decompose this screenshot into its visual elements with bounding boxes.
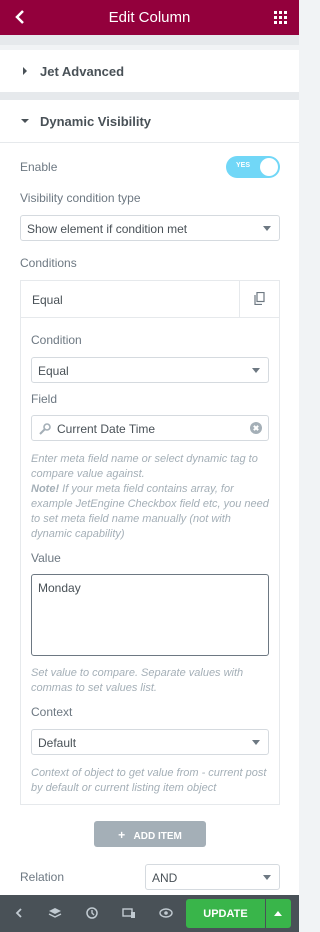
plus-icon: + <box>118 828 126 842</box>
section-dynamic-visibility[interactable]: Dynamic Visibility <box>0 100 299 143</box>
conditions-repeater: Equal Condition Equal Field Current Date… <box>20 280 280 805</box>
select-value: Show element if condition met <box>27 222 188 236</box>
wrench-icon <box>39 423 51 435</box>
update-options-button[interactable] <box>266 899 291 928</box>
condition-select[interactable]: Equal <box>31 357 269 383</box>
section-label: Jet Advanced <box>40 64 125 79</box>
field-label: Field <box>31 392 58 406</box>
enable-toggle[interactable]: YES <box>226 156 280 178</box>
relation-label: Relation <box>20 870 65 884</box>
context-description: Context of object to get value from - cu… <box>31 767 267 794</box>
select-value: Equal <box>38 364 69 378</box>
repeater-item-title: Equal <box>32 293 63 307</box>
responsive-icon[interactable] <box>122 906 136 920</box>
duplicate-button[interactable] <box>239 281 279 317</box>
chevron-down-icon <box>263 226 271 231</box>
panel-title: Edit Column <box>108 9 191 26</box>
section-label: Dynamic Visibility <box>40 114 152 129</box>
caret-right-icon <box>23 67 27 75</box>
field-value: Current Date Time <box>57 422 156 436</box>
context-label: Context <box>31 705 73 719</box>
field-desc-text: Enter meta field name or select dynamic … <box>31 453 258 480</box>
layers-icon[interactable] <box>48 906 62 920</box>
context-select[interactable]: Default <box>31 729 269 755</box>
select-value: AND <box>152 871 178 885</box>
section-jet-advanced[interactable]: Jet Advanced <box>0 50 299 93</box>
field-input[interactable]: Current Date Time <box>31 415 269 441</box>
condition-label: Condition <box>31 333 82 347</box>
add-item-button[interactable]: + ADD ITEM <box>94 821 206 847</box>
enable-label: Enable <box>20 160 58 174</box>
caret-down-icon <box>21 119 29 123</box>
value-textarea[interactable]: Monday <box>31 574 269 656</box>
toggle-text: YES <box>236 162 251 169</box>
relation-select[interactable]: AND <box>145 864 280 890</box>
chevron-down-icon <box>252 368 260 373</box>
apps-grid-icon[interactable] <box>274 11 287 24</box>
field-note-bold: Note! <box>31 483 60 495</box>
value-label: Value <box>31 551 61 565</box>
eye-icon[interactable] <box>159 906 173 920</box>
field-description: Enter meta field name or select dynamic … <box>31 452 271 542</box>
field-desc-note: If your meta field contains array, for e… <box>31 483 269 540</box>
chevron-down-icon <box>263 875 271 880</box>
toggle-knob <box>260 158 278 176</box>
chevron-left-icon[interactable] <box>12 906 26 920</box>
copy-icon <box>254 292 265 305</box>
update-button[interactable]: UPDATE <box>186 899 265 928</box>
value-description: Set value to compare. Separate values wi… <box>31 667 244 694</box>
add-item-label: ADD ITEM <box>133 831 182 842</box>
divider <box>0 35 299 45</box>
history-icon[interactable] <box>85 906 99 920</box>
clear-icon[interactable] <box>250 422 262 434</box>
select-value: Default <box>38 736 77 750</box>
visibility-type-select[interactable]: Show element if condition met <box>20 215 280 241</box>
chevron-down-icon <box>252 740 260 745</box>
panel-header: Edit Column <box>0 0 299 35</box>
repeater-item-header[interactable]: Equal <box>21 281 279 318</box>
panel-footer: UPDATE <box>0 895 299 932</box>
visibility-type-label: Visibility condition type <box>20 191 141 205</box>
conditions-label: Conditions <box>20 256 77 270</box>
